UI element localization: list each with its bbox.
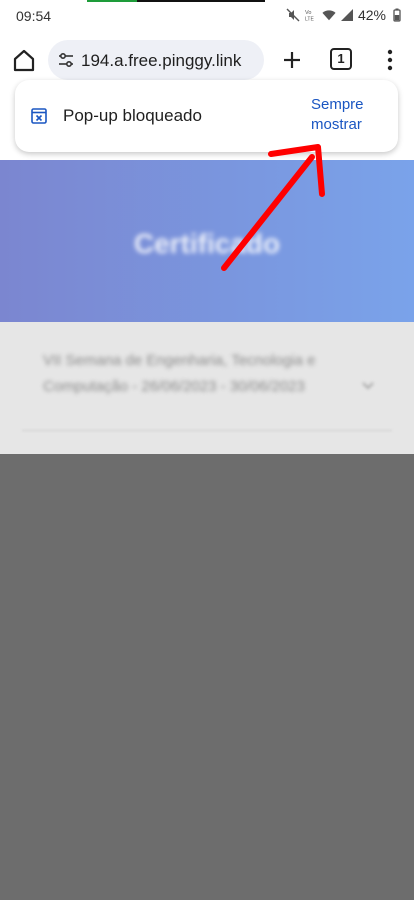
signal-icon [340, 9, 353, 21]
page-content: Certificado VII Semana de Engenharia, Te… [0, 160, 414, 900]
battery-icon [393, 8, 401, 22]
popup-blocked-icon [31, 108, 47, 124]
event-select[interactable]: VII Semana de Engenharia, Tecnologia e C… [0, 322, 414, 454]
hero-title: Certificado [133, 228, 281, 259]
status-icons: Vo LTE 42% [286, 7, 404, 23]
more-vert-icon[interactable] [378, 46, 402, 74]
status-indicator-green [87, 0, 137, 2]
tune-icon[interactable] [58, 52, 74, 68]
status-bar: 09:54 Vo LTE 42% [0, 0, 414, 34]
always-show-line1: Sempre [311, 96, 364, 113]
always-show-button[interactable]: Sempre mostrar [311, 95, 375, 135]
tabs-icon[interactable]: 1 [330, 48, 352, 70]
mute-icon [286, 8, 300, 22]
plus-icon[interactable] [278, 46, 306, 74]
hero-banner: Certificado [0, 160, 414, 322]
popup-blocked-notification: Pop-up bloqueado Sempre mostrar [15, 80, 398, 152]
chevron-down-icon [362, 382, 374, 390]
svg-text:Vo: Vo [305, 10, 311, 16]
home-icon[interactable] [10, 46, 38, 74]
status-indicator-dark [137, 0, 265, 2]
browser-toolbar: 194.a.free.pinggy.link 1 [0, 34, 414, 86]
url-text[interactable]: 194.a.free.pinggy.link [81, 51, 241, 71]
status-time: 09:54 [16, 8, 52, 24]
battery-level: 42% [357, 7, 386, 23]
always-show-line2: mostrar [311, 116, 362, 133]
volte-icon: VoLTE [305, 10, 314, 23]
popup-message: Pop-up bloqueado [63, 106, 202, 125]
divider [22, 430, 392, 431]
svg-text:LTE: LTE [305, 17, 314, 23]
wifi-icon [322, 10, 336, 21]
address-bar[interactable]: 194.a.free.pinggy.link [48, 40, 264, 80]
event-name: VII Semana de Engenharia, Tecnologia e C… [43, 352, 316, 395]
